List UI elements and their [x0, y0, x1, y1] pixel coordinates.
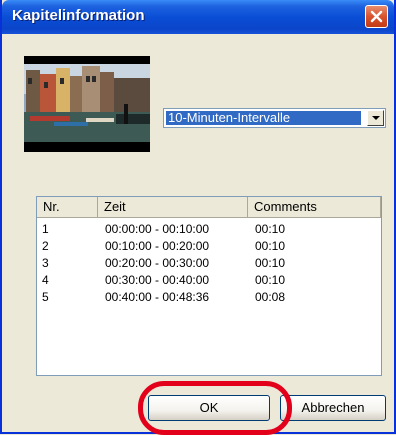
row-comments: 00:10 — [255, 256, 286, 270]
row-comments: 00:10 — [255, 273, 286, 287]
row-zeit: 00:10:00 - 00:20:00 — [105, 239, 210, 253]
row-zeit: 00:20:00 - 00:30:00 — [105, 256, 210, 270]
row-zeit: 00:30:00 - 00:40:00 — [105, 273, 210, 287]
close-x-icon — [370, 10, 383, 23]
title-bar[interactable]: Kapitelinformation — [2, 0, 394, 34]
chapter-info-dialog: Kapitelinformation 10-Minuten-Intervalle… — [0, 0, 396, 435]
table-row[interactable]: 3 00:20:00 - 00:30:00 00:10 — [37, 255, 381, 272]
dropdown-arrow-button[interactable] — [367, 110, 384, 126]
row-zeit: 00:40:00 - 00:48:36 — [105, 290, 210, 304]
ok-button[interactable]: OK — [148, 395, 270, 421]
row-nr: 2 — [42, 239, 49, 253]
row-comments: 00:10 — [255, 222, 286, 236]
cancel-button[interactable]: Abbrechen — [280, 395, 386, 421]
chapter-list[interactable]: Nr. Zeit Comments 1 00:00:00 - 00:10:00 … — [36, 196, 382, 376]
column-header-zeit[interactable]: Zeit — [98, 197, 248, 218]
row-comments: 00:08 — [255, 290, 286, 304]
interval-dropdown[interactable]: 10-Minuten-Intervalle — [163, 108, 386, 128]
row-zeit: 00:00:00 - 00:10:00 — [105, 222, 210, 236]
window-title: Kapitelinformation — [12, 7, 145, 24]
column-header-comments[interactable]: Comments — [248, 197, 381, 218]
interval-dropdown-value: 10-Minuten-Intervalle — [166, 111, 361, 125]
chevron-down-icon — [372, 116, 380, 120]
table-row[interactable]: 5 00:40:00 - 00:48:36 00:08 — [37, 289, 381, 306]
table-row[interactable]: 1 00:00:00 - 00:10:00 00:10 — [37, 221, 381, 238]
row-nr: 4 — [42, 273, 49, 287]
row-comments: 00:10 — [255, 239, 286, 253]
row-nr: 1 — [42, 222, 49, 236]
chapter-list-header: Nr. Zeit Comments — [37, 197, 381, 218]
close-button[interactable] — [365, 5, 388, 28]
row-nr: 5 — [42, 290, 49, 304]
video-thumbnail — [24, 56, 150, 152]
table-row[interactable]: 2 00:10:00 - 00:20:00 00:10 — [37, 238, 381, 255]
row-nr: 3 — [42, 256, 49, 270]
table-row[interactable]: 4 00:30:00 - 00:40:00 00:10 — [37, 272, 381, 289]
column-header-nr[interactable]: Nr. — [37, 197, 98, 218]
